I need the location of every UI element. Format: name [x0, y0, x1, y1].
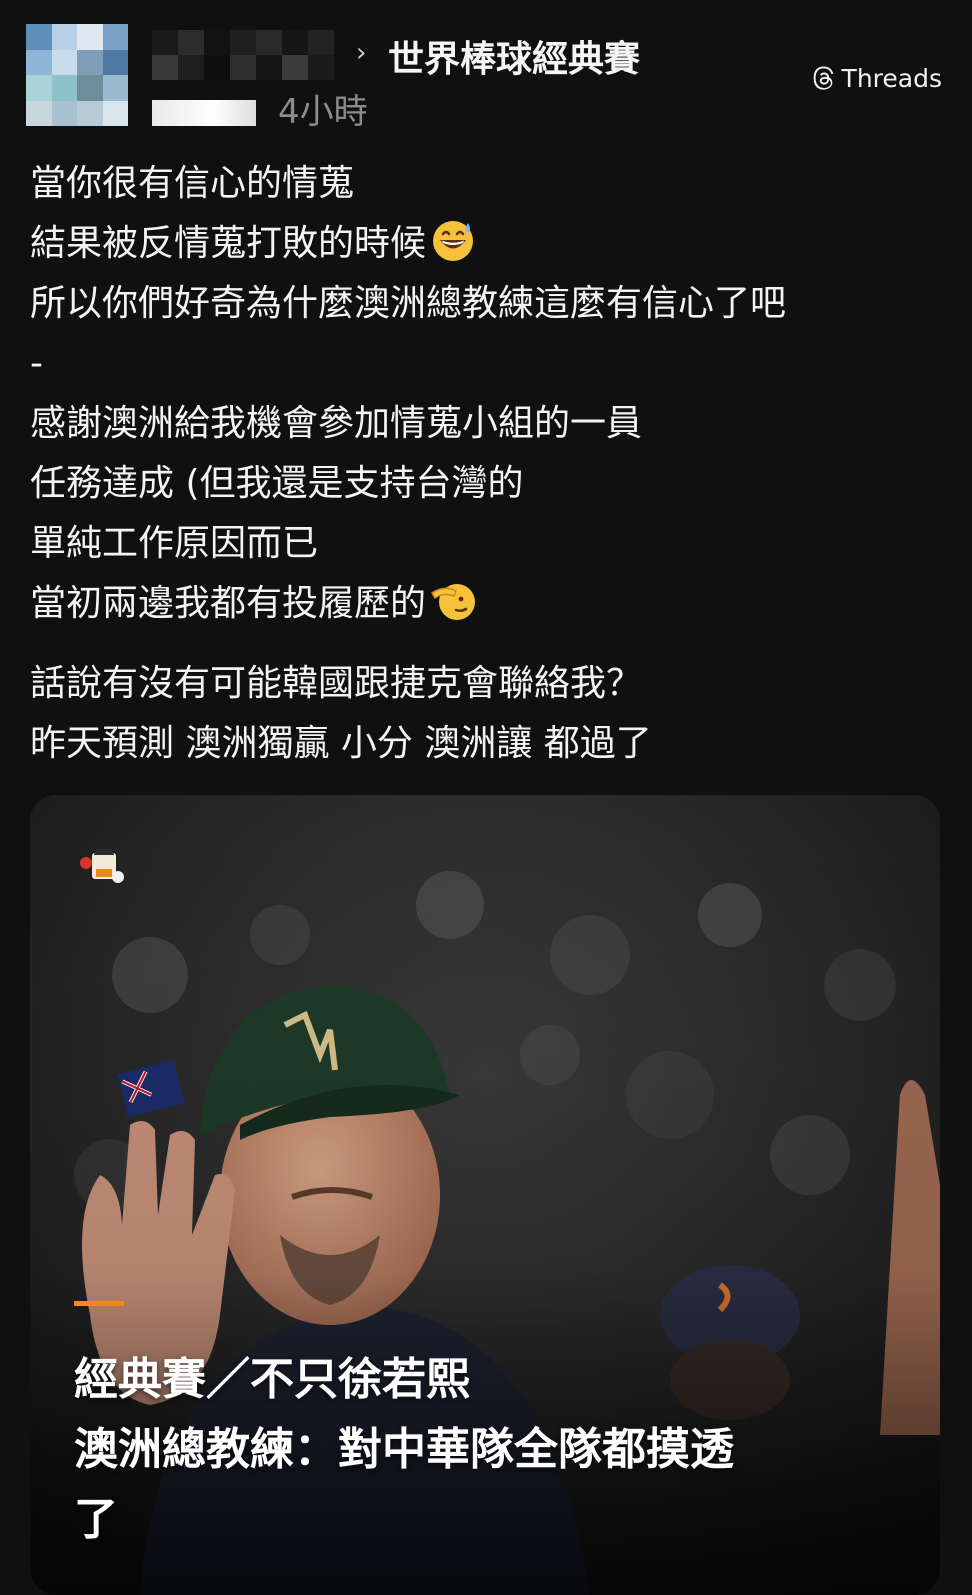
post-line-with-emoji: 當初兩邊我都有投履歷的 [30, 574, 950, 634]
grinning-sweat-emoji-icon [433, 221, 474, 261]
post-line: 話說有沒有可能韓國跟捷克會聯絡我？ [30, 663, 643, 704]
avatar[interactable] [26, 24, 128, 126]
post-line: 當你很有信心的情蒐 [30, 163, 355, 204]
post-line: 昨天預測 澳洲獨贏 小分 澳洲讓 都過了 [30, 723, 652, 764]
post-line: 任務達成 (但我還是支持台灣的 [30, 463, 524, 504]
news-headline: 經典賽／不只徐若熙 澳洲總教練：對中華隊全隊都摸透 了 [74, 1345, 894, 1555]
threads-logo-icon [813, 65, 833, 90]
headline-line: 澳洲總教練：對中華隊全隊都摸透 [74, 1424, 734, 1475]
post-line: 所以你們好奇為什麼澳洲總教練這麼有信心了吧 [30, 283, 787, 324]
news-link-card[interactable]: 經典賽／不只徐若熙 澳洲總教練：對中華隊全隊都摸透 了 [30, 795, 940, 1595]
post-line-with-emoji: 結果被反情蒐打敗的時候 [30, 214, 950, 274]
post-body: 當你很有信心的情蒐 結果被反情蒐打敗的時候 所以你們好奇為什麼澳洲總教練這麼有信… [30, 154, 950, 774]
handle-blurred [152, 100, 256, 126]
post-line-text: 當初兩邊我都有投履歷的 [30, 583, 427, 624]
username-blurred[interactable] [152, 30, 334, 80]
saluting-face-emoji-icon [431, 584, 476, 620]
post-line: 感謝澳洲給我機會參加情蒐小組的一員 [30, 403, 643, 444]
headline-line: 經典賽／不只徐若熙 [74, 1354, 470, 1405]
post-header: › 世界棒球經典賽 4小時 Threads [0, 0, 972, 140]
community-name[interactable]: 世界棒球經典賽 [388, 30, 640, 82]
threads-label: Threads [841, 64, 942, 93]
post-line: - [30, 343, 43, 384]
post-line: 單純工作原因而已 [30, 523, 319, 564]
headline-line: 了 [74, 1494, 118, 1545]
headline-accent-bar [74, 1301, 124, 1306]
news-brand-logo-icon [80, 849, 124, 883]
post-line-text: 結果被反情蒐打敗的時候 [30, 223, 427, 264]
threads-watermark: Threads [812, 64, 942, 93]
post-timestamp: 4小時 [278, 92, 368, 132]
chevron-right-icon: › [356, 38, 367, 68]
